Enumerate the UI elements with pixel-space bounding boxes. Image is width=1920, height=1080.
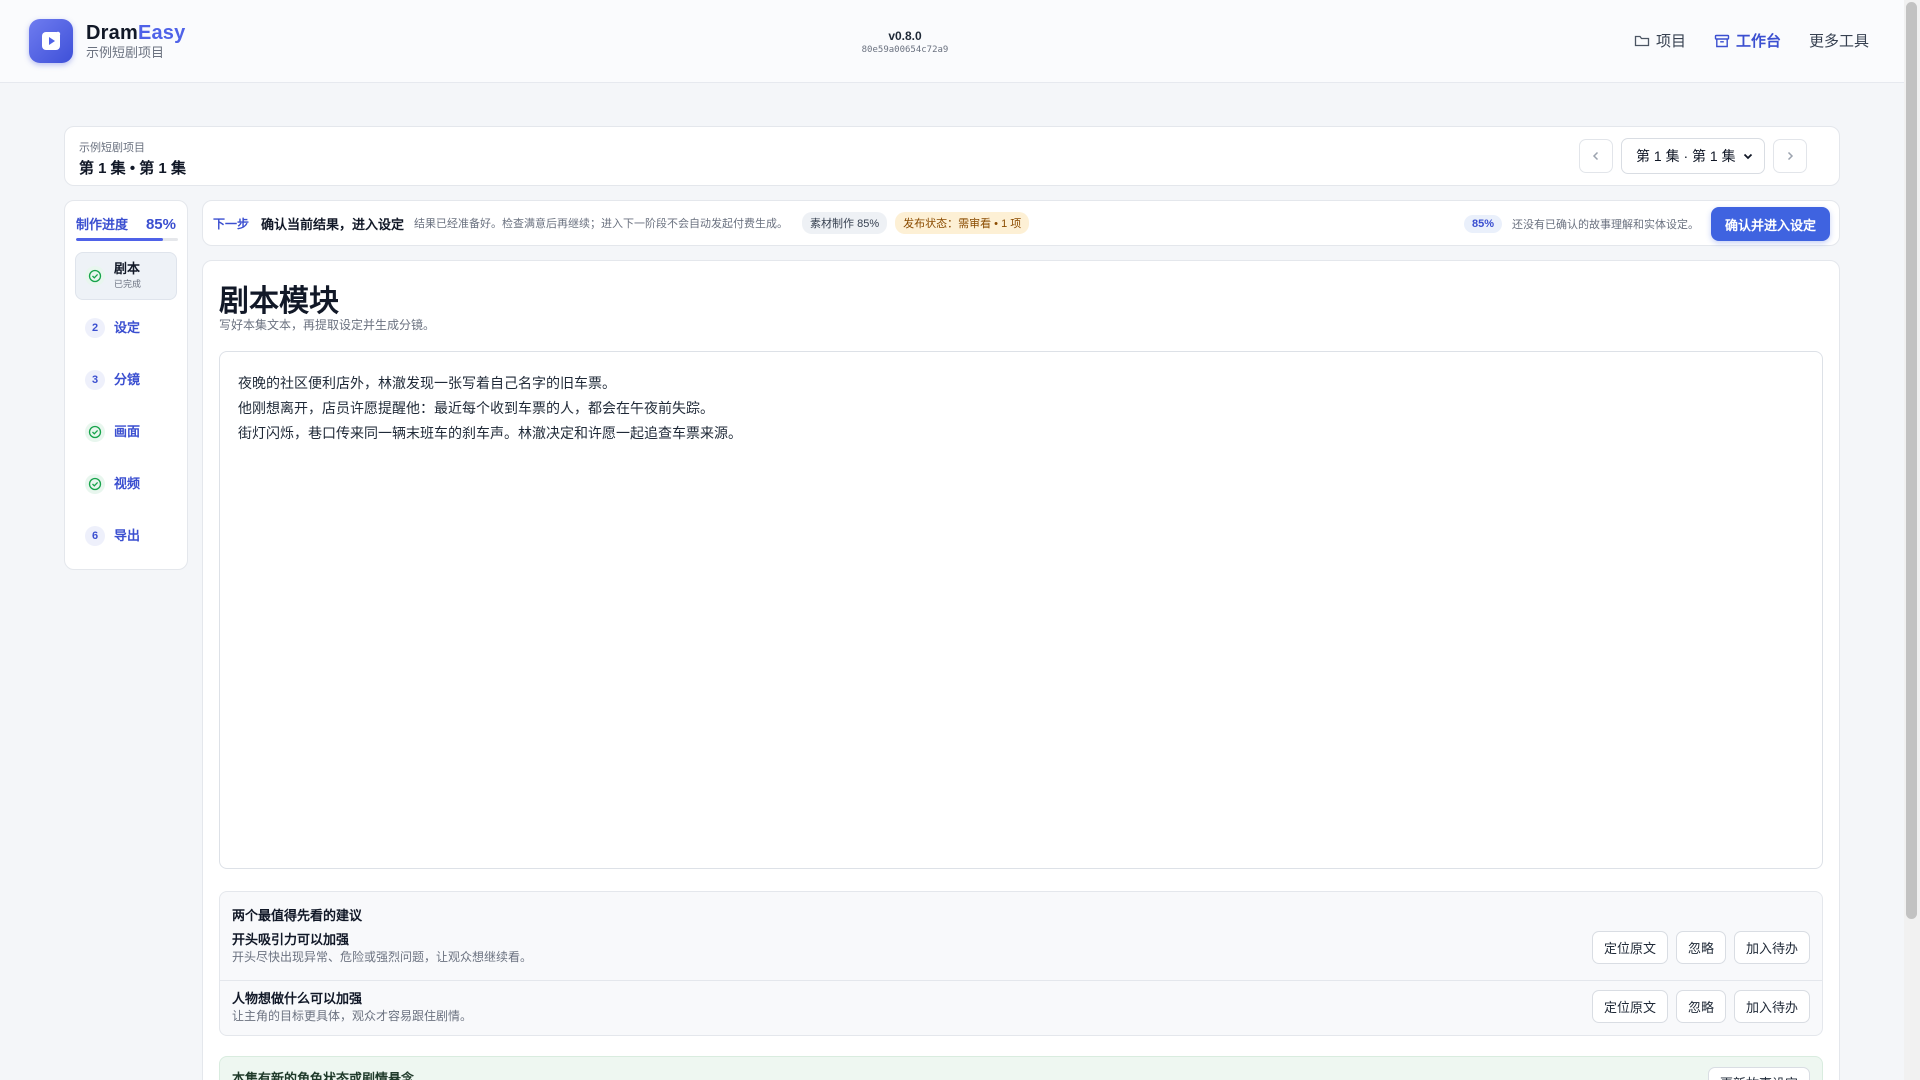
ignore-button[interactable]: 忽略 (1675, 931, 1726, 964)
step-images[interactable]: 画面 (75, 408, 177, 456)
page-scrollbar-thumb[interactable] (1906, 2, 1917, 919)
brand[interactable]: DramEasy 示例短剧项目 (29, 19, 185, 63)
add-todo-button[interactable]: 加入待办 (1733, 990, 1810, 1023)
confirm-enter-settings-button[interactable]: 确认并进入设定 (1710, 207, 1830, 241)
story-state-title: 本集有新的角色状态或剧情悬念 (232, 1071, 415, 1080)
publish-status-badge[interactable]: 发布状态：需审看 • 1 项 (895, 212, 1030, 234)
suggestions-panel: 两个最值得先看的建议 开头吸引力可以加强 开头尽快出现异常、危险或强烈问题，让观… (219, 891, 1823, 1036)
step-settings-label: 设定 (114, 319, 141, 335)
nav-workspace[interactable]: 工作台 (1714, 30, 1781, 51)
nav-projects-label: 项目 (1655, 33, 1686, 50)
progress-value: 85% (145, 216, 176, 233)
episode-header: 示例短剧项目 第 1 集 • 第 1 集 第 1 集 · 第 1 集 (64, 126, 1840, 186)
ignore-button[interactable]: 忽略 (1675, 990, 1726, 1023)
progress-bar-fill (76, 238, 163, 241)
step-list: 剧本 已完成 2 设定 3 分镜 画面 视频 6 导出 (75, 252, 177, 564)
nav-projects[interactable]: 项目 (1634, 30, 1686, 51)
episode-select[interactable]: 第 1 集 · 第 1 集 (1621, 138, 1765, 174)
progress-sidebar: 制作进度 85% 剧本 已完成 2 设定 3 分镜 画面 视频 6 导出 (64, 200, 188, 570)
step-script-status: 已完成 (114, 278, 142, 289)
script-module-card: 剧本模块 写好本集文本，再提取设定并生成分镜。 夜晚的社区便利店外，林澈发现一张… (202, 260, 1840, 1080)
nav-more-tools[interactable]: 更多工具 (1809, 30, 1869, 51)
step-images-label: 画面 (114, 423, 141, 439)
version-number: v0.8.0 (888, 29, 922, 43)
locate-source-button[interactable]: 定位原文 (1591, 931, 1668, 964)
add-todo-button[interactable]: 加入待办 (1733, 931, 1810, 964)
prev-episode-button[interactable] (1579, 139, 1613, 173)
next-step-label: 下一步 (213, 216, 250, 231)
episode-select-value: 第 1 集 · 第 1 集 (1636, 148, 1736, 164)
suggestion-item: 开头吸引力可以加强 开头尽快出现异常、危险或强烈问题，让观众想继续看。 定位原文… (220, 925, 1822, 979)
script-line: 夜晚的社区便利店外，林澈发现一张写着自己名字的旧车票。 (238, 375, 616, 391)
suggestion-desc: 开头尽快出现异常、危险或强烈问题，让观众想继续看。 (232, 950, 533, 964)
step-settings-number: 2 (85, 318, 105, 338)
check-circle-icon (85, 474, 105, 494)
script-line: 街灯闪烁，巷口传来同一辆末班车的刹车声。林澈决定和许愿一起追查车票来源。 (238, 425, 742, 441)
progress-bar (76, 238, 178, 241)
top-nav: 项目 工作台 更多工具 (1634, 30, 1869, 51)
check-circle-icon (85, 266, 105, 286)
suggestions-title: 两个最值得先看的建议 (232, 908, 363, 923)
progress-label: 制作进度 (76, 217, 129, 232)
step-script-label: 剧本 (114, 261, 141, 277)
step-export-number: 6 (85, 526, 105, 546)
script-line: 他刚想离开，店员许愿提醒他：最近每个收到车票的人，都会在午夜前失踪。 (238, 400, 714, 416)
brand-name: DramEasy (86, 21, 186, 44)
material-progress-badge: 素材制作 85% (802, 212, 888, 234)
chevron-right-icon (1787, 151, 1794, 161)
play-logo-icon (29, 19, 73, 63)
next-step-desc: 结果已经准备好。检查满意后再继续；进入下一阶段不会自动发起付费生成。 (414, 218, 789, 230)
suggestion-desc: 让主角的目标更具体，观众才容易跟住剧情。 (232, 1009, 473, 1023)
suggestion-title: 人物想做什么可以加强 (232, 991, 363, 1006)
update-story-settings-button[interactable]: 更新故事设定 (1707, 1067, 1810, 1080)
step-export-label: 导出 (114, 527, 141, 543)
chevron-down-icon (1743, 153, 1753, 160)
step-video-label: 视频 (114, 475, 141, 491)
step-export[interactable]: 6 导出 (75, 512, 177, 560)
script-editor[interactable]: 夜晚的社区便利店外，林澈发现一张写着自己名字的旧车票。 他刚想离开，店员许愿提醒… (219, 351, 1823, 869)
project-name: 示例短剧项目 (86, 44, 165, 60)
archive-icon (1714, 34, 1730, 47)
step-settings[interactable]: 2 设定 (75, 304, 177, 352)
nav-more-tools-label: 更多工具 (1808, 33, 1869, 50)
episode-title: 第 1 集 • 第 1 集 (79, 160, 186, 177)
next-episode-button[interactable] (1773, 139, 1807, 173)
build-hash: 80e59a00654c72a9 (861, 45, 949, 55)
folder-icon (1634, 35, 1650, 46)
suggestion-item: 人物想做什么可以加强 让主角的目标更具体，观众才容易跟住剧情。 定位原文 忽略 … (220, 980, 1822, 1034)
page-title: 剧本模块 (219, 285, 339, 318)
top-bar: DramEasy 示例短剧项目 v0.8.0 80e59a00654c72a9 … (0, 0, 1904, 83)
suggestion-title: 开头吸引力可以加强 (232, 932, 350, 947)
episode-project-label: 示例短剧项目 (79, 142, 145, 154)
next-step-bar: 下一步 确认当前结果，进入设定 结果已经准备好。检查满意后再继续；进入下一阶段不… (202, 200, 1840, 246)
step-video[interactable]: 视频 (75, 460, 177, 508)
chevron-left-icon (1592, 151, 1599, 161)
next-step-title: 确认当前结果，进入设定 (261, 216, 405, 232)
story-state-notice: 本集有新的角色状态或剧情悬念 更新故事设定 (219, 1056, 1823, 1080)
nav-workspace-label: 工作台 (1735, 33, 1781, 50)
check-circle-icon (85, 422, 105, 442)
percent-badge: 85% (1463, 215, 1502, 233)
locate-source-button[interactable]: 定位原文 (1591, 990, 1668, 1023)
step-storyboard-label: 分镜 (114, 371, 141, 387)
step-script[interactable]: 剧本 已完成 (75, 252, 177, 300)
page-subtitle: 写好本集文本，再提取设定并生成分镜。 (219, 318, 436, 332)
next-step-hint: 还没有已确认的故事理解和实体设定。 (1511, 219, 1699, 231)
step-storyboard[interactable]: 3 分镜 (75, 356, 177, 404)
step-storyboard-number: 3 (85, 370, 105, 390)
